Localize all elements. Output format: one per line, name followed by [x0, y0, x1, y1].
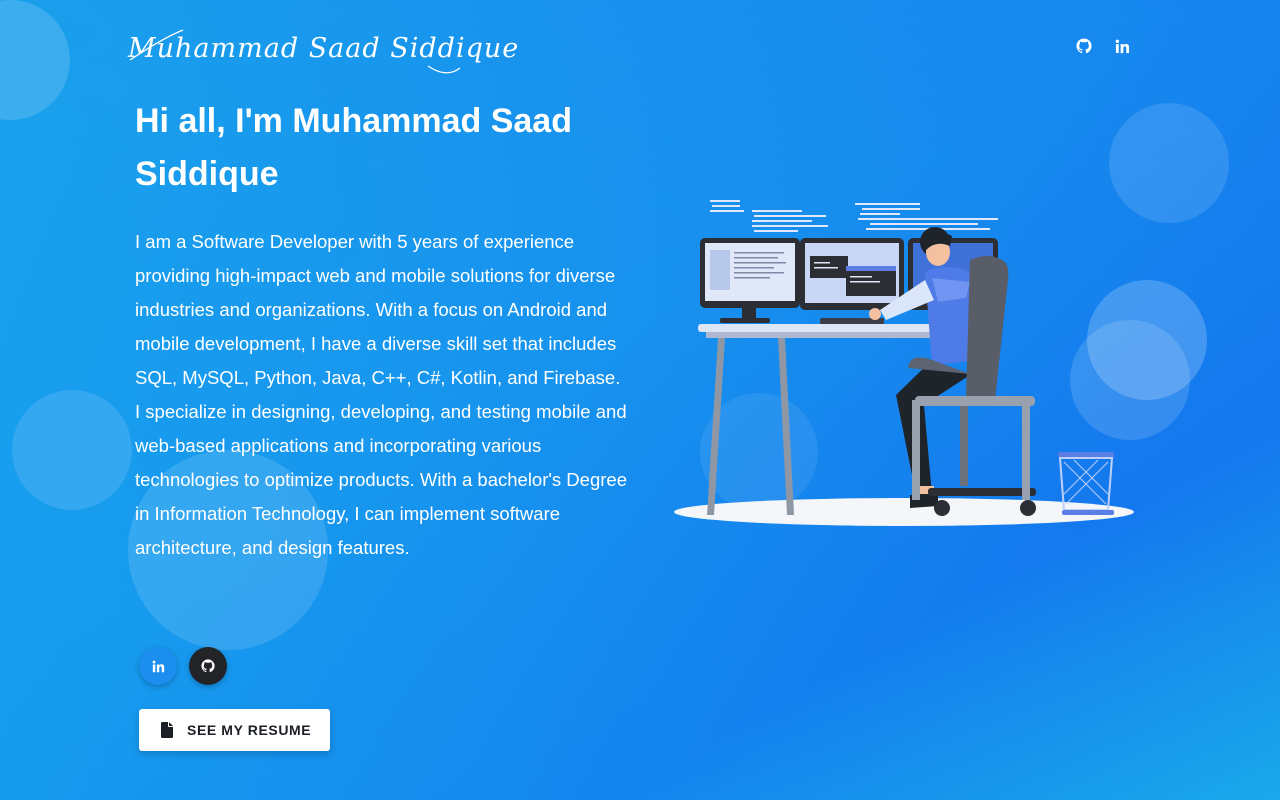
- linkedin-button[interactable]: [139, 647, 177, 685]
- hero-headline: Hi all, I'm Muhammad Saad Siddique: [135, 102, 572, 193]
- decorative-bubble: [12, 390, 132, 510]
- github-button[interactable]: [189, 647, 227, 685]
- hero-social-links: [139, 647, 227, 685]
- github-icon: [1076, 38, 1092, 54]
- header-social-links: [1070, 32, 1136, 60]
- hero-bio: I am a Software Developer with 5 years o…: [135, 231, 627, 558]
- site-logo[interactable]: Muhammad Saad Siddique: [128, 18, 518, 80]
- resume-button-label: SEE MY RESUME: [187, 722, 312, 738]
- linkedin-icon: [152, 660, 164, 672]
- header-github-link[interactable]: [1070, 32, 1098, 60]
- logo-text: Muhammad Saad Siddique: [128, 33, 520, 64]
- github-icon: [201, 659, 215, 673]
- linkedin-icon: [1115, 39, 1129, 53]
- developer-at-desk-illustration: [674, 200, 1134, 526]
- see-resume-button[interactable]: SEE MY RESUME: [139, 709, 330, 751]
- header-linkedin-link[interactable]: [1108, 32, 1136, 60]
- file-icon: [161, 722, 173, 738]
